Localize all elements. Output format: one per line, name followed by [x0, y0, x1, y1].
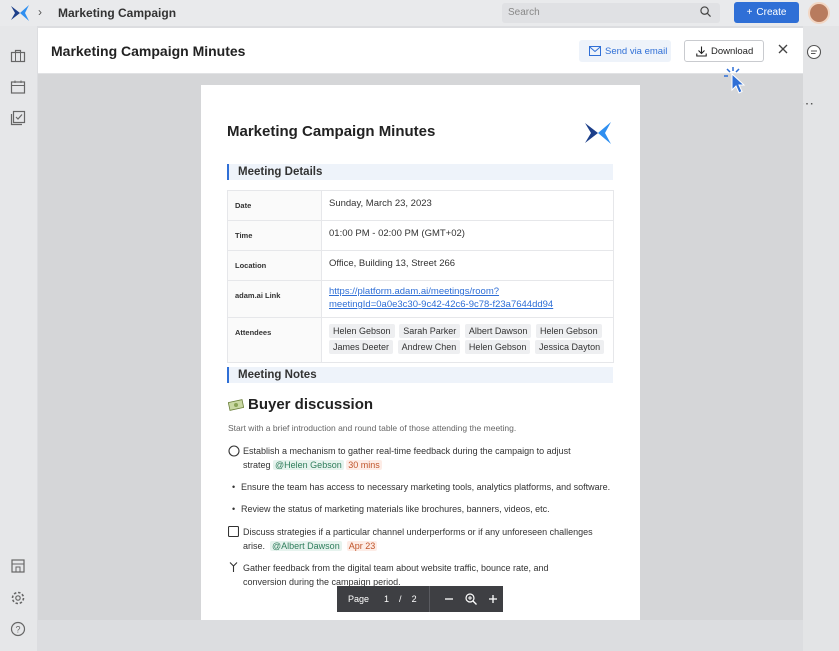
- list-item: Discuss strategies if a particular chann…: [228, 525, 618, 555]
- settings-icon[interactable]: [10, 590, 26, 606]
- meeting-link[interactable]: https://platform.adam.ai/meetings/room? …: [321, 280, 614, 318]
- date-value: Sunday, March 23, 2023: [321, 190, 614, 221]
- page-navigator: Page 1 / 2: [337, 586, 503, 612]
- create-button[interactable]: + Create: [734, 2, 799, 23]
- time-value: 01:00 PM - 02:00 PM (GMT+02): [321, 220, 614, 251]
- list-item-text-a: Gather feedback from the digital team ab…: [243, 563, 549, 573]
- chevron-right-icon: ›: [38, 5, 42, 19]
- total-pages: 2: [411, 594, 417, 604]
- table-row: Time 01:00 PM - 02:00 PM (GMT+02): [227, 220, 614, 251]
- logo-icon: [585, 122, 611, 144]
- table-row: adam.ai Link https://platform.adam.ai/me…: [227, 280, 614, 318]
- calendar-icon[interactable]: [10, 79, 26, 95]
- due-chip: Apr 23: [346, 541, 378, 551]
- topic-title: Buyer discussion: [228, 396, 373, 413]
- time-label: Time: [227, 220, 322, 251]
- bullet-icon: •: [232, 504, 236, 514]
- branch-icon: [229, 562, 238, 572]
- logo-icon[interactable]: [10, 4, 30, 22]
- divider: [428, 586, 430, 612]
- bullet-icon: •: [232, 482, 236, 492]
- list-item-text-a: Discuss strategies if a particular chann…: [243, 527, 593, 537]
- table-row: Attendees Helen Gebson Sarah Parker Albe…: [227, 317, 614, 363]
- document-page: Marketing Campaign Minutes Meeting Detai…: [201, 85, 640, 620]
- zoom-in-icon[interactable]: [464, 593, 477, 605]
- location-label: Location: [227, 250, 322, 281]
- plus-icon: +: [746, 7, 753, 18]
- list-item-text-b: arise.: [243, 541, 266, 551]
- page-separator: /: [399, 594, 402, 604]
- svg-text:?: ?: [15, 625, 20, 635]
- list-item-text-a: Establish a mechanism to gather real-tim…: [243, 446, 571, 456]
- attendee-chip: Andrew Chen: [397, 340, 461, 354]
- download-label: Download: [711, 45, 754, 57]
- search-input[interactable]: Search: [502, 3, 720, 23]
- task-status-icon[interactable]: [228, 445, 240, 457]
- location-value: Office, Building 13, Street 266: [321, 250, 614, 281]
- attendee-chip: Helen Gebson: [329, 324, 395, 338]
- modal-title: Marketing Campaign Minutes: [51, 43, 246, 59]
- due-chip: 30 mins: [346, 460, 382, 470]
- meeting-details-table: Date Sunday, March 23, 2023 Time 01:00 P…: [227, 190, 614, 363]
- send-via-email-button[interactable]: Send via email: [579, 40, 671, 62]
- breadcrumb[interactable]: Marketing Campaign: [58, 6, 176, 20]
- meeting-link-line1[interactable]: https://platform.adam.ai/meetings/room?: [329, 285, 606, 298]
- briefcase-icon[interactable]: [10, 48, 26, 64]
- list-item: • Review the status of marketing materia…: [228, 502, 618, 518]
- left-rail: ?: [0, 26, 37, 651]
- attendee-chip: Sarah Parker: [399, 324, 461, 338]
- zoom-plus-icon[interactable]: [488, 594, 498, 604]
- document-title: Marketing Campaign Minutes: [227, 123, 436, 140]
- attendee-chip: Albert Dawson: [464, 324, 532, 338]
- mention-chip[interactable]: @Albert Dawson: [270, 541, 342, 551]
- meeting-notes-heading: Meeting Notes: [227, 367, 613, 383]
- list-item-text: Ensure the team has access to necessary …: [241, 482, 611, 492]
- help-icon[interactable]: ?: [10, 621, 26, 637]
- list-item-text-b: strateg: [243, 460, 271, 470]
- list-item: Establish a mechanism to gather real-tim…: [228, 444, 618, 474]
- meeting-link-line2[interactable]: meetingId=0a0e3c30-9c42-42c6-9c78-f23a76…: [329, 298, 606, 311]
- meeting-details-heading: Meeting Details: [227, 164, 613, 180]
- date-label: Date: [227, 190, 322, 221]
- attendee-chip: Helen Gebson: [464, 340, 531, 354]
- attendees-label: Attendees: [227, 317, 322, 363]
- attendees-list: Helen Gebson Sarah Parker Albert Dawson …: [321, 317, 614, 363]
- close-icon[interactable]: [776, 42, 790, 56]
- attendee-chip: James Deeter: [329, 340, 394, 354]
- topic-title-text: Buyer discussion: [248, 396, 374, 413]
- top-bar: › Marketing Campaign Search + Create: [0, 0, 839, 26]
- list-item-text: Gather feedback from the digital team ab…: [243, 561, 613, 589]
- money-icon: [228, 398, 244, 411]
- current-page[interactable]: 1: [384, 594, 389, 604]
- background-panel: [803, 26, 839, 651]
- mention-chip[interactable]: @Helen Gebson: [273, 460, 344, 470]
- chat-icon[interactable]: [806, 44, 822, 60]
- create-label: Create: [756, 7, 787, 18]
- download-button[interactable]: Download: [684, 40, 764, 62]
- checkbox[interactable]: [228, 526, 239, 537]
- zoom-out-icon[interactable]: [444, 594, 454, 604]
- modal-header: Marketing Campaign Minutes Send via emai…: [38, 28, 803, 74]
- table-row: Date Sunday, March 23, 2023: [227, 190, 614, 221]
- checklist-icon[interactable]: [10, 110, 26, 126]
- link-label: adam.ai Link: [227, 280, 322, 318]
- attendee-chip: Jessica Dayton: [535, 340, 605, 354]
- list-item: • Ensure the team has access to necessar…: [228, 480, 618, 496]
- attendee-chip: Helen Gebson: [536, 324, 602, 338]
- avatar[interactable]: [808, 2, 830, 24]
- page-label: Page: [348, 594, 370, 604]
- download-icon: [696, 46, 707, 57]
- building-icon[interactable]: [10, 558, 26, 574]
- list-item-text: Establish a mechanism to gather real-tim…: [243, 444, 613, 472]
- table-row: Location Office, Building 13, Street 266: [227, 250, 614, 281]
- topic-intro: Start with a brief introduction and roun…: [228, 423, 517, 433]
- send-via-email-label: Send via email: [605, 45, 668, 57]
- search-icon[interactable]: [700, 6, 711, 17]
- list-item-text: Discuss strategies if a particular chann…: [243, 525, 613, 553]
- mail-icon: [589, 46, 601, 56]
- list-item-text: Review the status of marketing materials…: [241, 504, 550, 514]
- pointer-cursor-icon: [724, 67, 746, 94]
